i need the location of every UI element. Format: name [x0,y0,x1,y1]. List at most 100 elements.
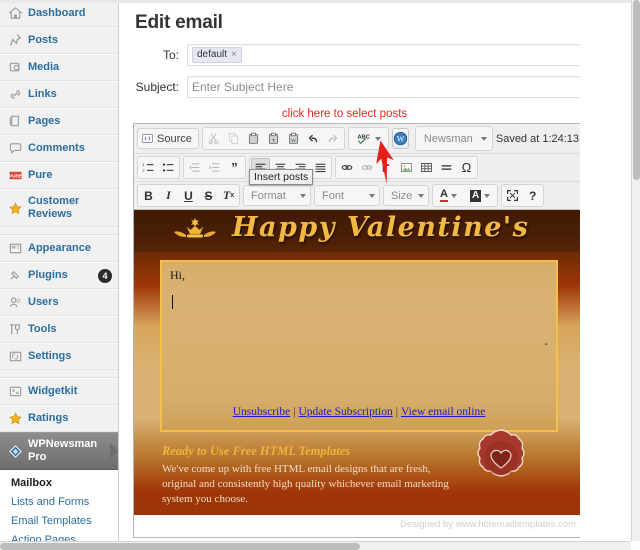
email-content-area[interactable]: Happy Valentine's Hi, - Unsubscribe | Up… [134,210,584,537]
to-input[interactable]: default × [187,44,626,66]
subject-input[interactable]: Enter Subject Here [187,76,626,98]
sidebar-item-label: Plugins [28,269,68,281]
tools-icon [8,322,23,337]
sidebar-item-label: WPNewsman Pro [28,438,98,463]
align-justify-icon[interactable] [311,158,330,177]
indent-icon[interactable] [205,158,224,177]
sidebar-item-label: Pages [28,115,61,127]
sidebar-item-media[interactable]: Media [0,54,118,81]
format-dropdown[interactable]: Format [243,185,311,206]
sidebar-divider [0,227,118,235]
color-group: A A [432,184,499,207]
horizontal-rule-icon[interactable] [437,158,456,177]
bold-icon[interactable]: B [139,186,158,205]
unlink-icon[interactable] [357,158,376,177]
sidebar-item-comments[interactable]: Comments [0,135,118,162]
sidebar-item-plugins[interactable]: Plugins 4 [0,262,118,289]
ckeditor: Source T W ABC W Newsman Saved at 1:24:1… [133,123,599,538]
image-icon[interactable] [397,158,416,177]
plugins-icon [8,268,23,283]
anchor-icon[interactable] [377,158,396,177]
sidebar-item-dashboard[interactable]: Dashboard [0,0,118,27]
editor-toolbar-row-3: B I U S Tx Format Font Size A A ? [134,182,584,210]
email-footer-links: Unsubscribe | Update Subscription | View ema… [162,406,556,418]
underline-glyph: U [184,188,193,203]
newsman-dropdown[interactable]: Newsman [417,128,491,149]
horizontal-scrollbar-thumb[interactable] [0,543,360,550]
editor-toolbar-row-2: 12 ” Ω Insert posts [134,154,584,185]
email-editable-region[interactable]: Hi, - Unsubscribe | Update Subscription | Vi… [162,262,556,430]
strikethrough-icon[interactable]: S [199,186,218,205]
sidebar-item-users[interactable]: Users [0,289,118,316]
vertical-scrollbar-thumb[interactable] [633,0,640,180]
update-subscription-link[interactable]: Update Subscription [299,406,393,418]
sidebar-item-label: Users [28,296,59,308]
sidebar-item-settings[interactable]: Settings [0,343,118,370]
sidebar-item-tools[interactable]: Tools [0,316,118,343]
outdent-icon[interactable] [185,158,204,177]
undo-icon[interactable] [304,129,323,148]
about-icon[interactable]: ? [523,186,542,205]
sidebar-item-links[interactable]: Links [0,81,118,108]
cut-icon[interactable] [204,129,223,148]
to-label: To: [162,48,179,62]
maximize-icon[interactable] [503,186,522,205]
main-content: Edit email To: default × Subject: Enter … [119,0,640,550]
chevron-down-icon [418,193,425,198]
table-icon[interactable] [417,158,436,177]
sidebar-item-ratings[interactable]: Ratings [0,405,118,432]
list-group: 12 [137,156,180,179]
paste-text-icon[interactable]: T [264,129,283,148]
submenu-item-lists-and-forms[interactable]: Lists and Forms [0,493,118,512]
size-dropdown[interactable]: Size [383,185,429,206]
submenu-item-email-templates[interactable]: Email Templates [0,512,118,531]
numbered-list-icon[interactable]: 12 [139,158,158,177]
submenu-item-mailbox[interactable]: Mailbox [0,474,118,493]
chevron-down-icon [480,136,487,141]
chevron-down-icon [450,193,457,198]
link-icon[interactable] [337,158,356,177]
sidebar-item-pure[interactable]: PURE Pure [0,162,118,189]
sidebar-item-customer-reviews[interactable]: Customer Reviews [0,189,118,227]
background-color-icon[interactable]: A [464,186,496,205]
view-email-online-link[interactable]: View email online [401,406,485,418]
template-credit: Designed by www.hotemailtemplates.com [134,515,584,537]
unsubscribe-link[interactable]: Unsubscribe [233,406,291,418]
recipient-chip[interactable]: default × [192,47,242,63]
template-banner: Happy Valentine's [134,210,584,252]
to-field-row: To: default × [133,44,626,66]
svg-text:PURE: PURE [9,173,22,178]
paste-icon[interactable] [244,129,263,148]
sidebar-item-widgetkit[interactable]: Widgetkit [0,378,118,405]
bulleted-list-icon[interactable] [159,158,178,177]
copy-icon[interactable] [224,129,243,148]
spellcheck-icon[interactable]: ABC [350,129,387,148]
italic-icon[interactable]: I [159,186,178,205]
special-char-icon[interactable]: Ω [457,158,476,177]
settings-icon [8,349,23,364]
font-dropdown[interactable]: Font [314,185,380,206]
vertical-scrollbar[interactable] [631,0,640,541]
star-icon [8,201,23,216]
redo-icon[interactable] [324,129,343,148]
newsman-group: Newsman [414,126,493,151]
sidebar-item-pages[interactable]: Pages [0,108,118,135]
sidebar-item-posts[interactable]: Posts [0,27,118,54]
sidebar-item-label: Pure [28,169,53,181]
underline-icon[interactable]: U [179,186,198,205]
sidebar-item-wpnewsman-pro[interactable]: WPNewsman Pro [0,432,118,470]
close-icon[interactable]: × [231,49,237,61]
source-button[interactable]: Source [137,128,199,149]
blockquote-icon[interactable]: ” [225,158,244,177]
dashboard-icon [8,6,23,21]
horizontal-scrollbar[interactable] [0,541,631,550]
window-top-edge [0,0,640,3]
sidebar-item-label: Dashboard [28,7,86,19]
text-color-icon[interactable]: A [434,186,463,205]
remove-format-icon[interactable]: Tx [219,186,238,205]
paste-word-icon[interactable]: W [284,129,303,148]
wordpress-insert-posts-button[interactable]: W [391,128,409,149]
sidebar-item-appearance[interactable]: Appearance [0,235,118,262]
svg-text:T: T [272,138,275,144]
help-glyph: ? [529,188,537,203]
